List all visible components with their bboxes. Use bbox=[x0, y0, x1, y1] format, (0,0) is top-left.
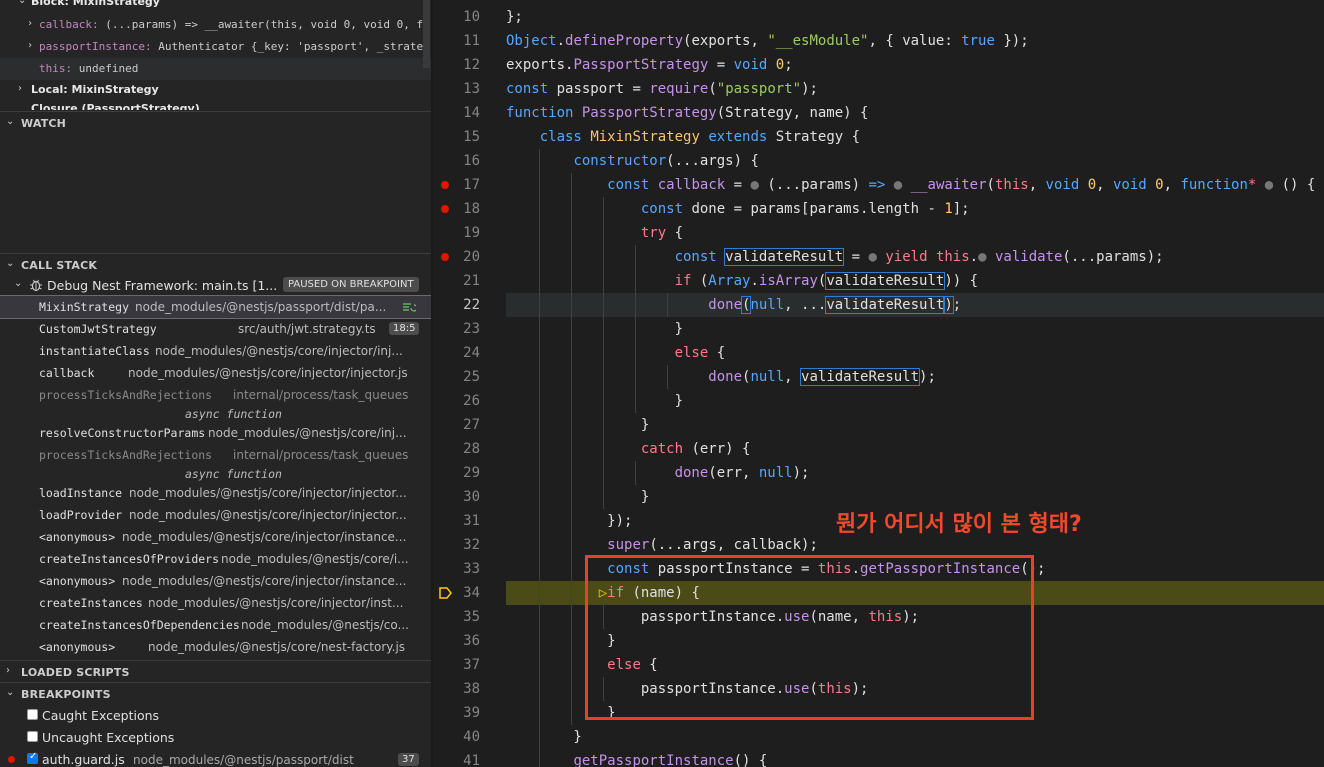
bug-icon bbox=[30, 279, 42, 292]
stack-frame-row[interactable]: MixinStrategy node_modules/@nestjs/passp… bbox=[0, 295, 431, 319]
call-stack-section-header[interactable]: ⌄ CALL STACK bbox=[0, 253, 431, 275]
stack-frame-row[interactable]: loadProvider node_modules/@nestjs/core/i… bbox=[0, 504, 431, 526]
breakpoint-caught-exceptions[interactable]: Caught Exceptions bbox=[0, 704, 431, 726]
code-editor[interactable]: 10}; 11 Object.defineProperty(exports, "_… bbox=[433, 0, 1324, 767]
loaded-scripts-section-header[interactable]: › LOADED SCRIPTS bbox=[0, 660, 431, 682]
chevron-right-icon: › bbox=[27, 40, 34, 51]
variables-closure-scope[interactable]: Closure (PassportStrategy) bbox=[0, 100, 431, 110]
stack-frame-row[interactable]: <anonymous> node_modules/@nestjs/core/ne… bbox=[0, 636, 431, 658]
stack-frame-row[interactable]: processTicksAndRejections internal/proce… bbox=[0, 384, 431, 406]
chevron-down-icon: ⌄ bbox=[6, 116, 15, 127]
stack-frame-row[interactable]: <anonymous> node_modules/@nestjs/core/in… bbox=[0, 570, 431, 592]
restart-frame-icon[interactable] bbox=[402, 301, 416, 313]
variables-scrollbar[interactable] bbox=[423, 0, 430, 68]
chevron-right-icon: › bbox=[6, 665, 10, 676]
annotation-highlight-box bbox=[585, 555, 1034, 720]
stack-frame-row[interactable]: createInstancesOfProviders node_modules/… bbox=[0, 548, 431, 570]
stack-frame-row[interactable]: loadInstance node_modules/@nestjs/core/i… bbox=[0, 482, 431, 504]
breakpoints-section-header[interactable]: ⌄ BREAKPOINTS bbox=[0, 682, 431, 704]
variables-block-scope[interactable]: ⌄ Block: MixinStrategy bbox=[0, 0, 431, 9]
async-separator: async function bbox=[185, 467, 282, 481]
variable-row[interactable]: › callback: (...params) => __awaiter(thi… bbox=[0, 14, 431, 36]
breakpoint-dot-icon bbox=[8, 756, 15, 763]
stack-frame-row[interactable]: createInstancesOfDependencies node_modul… bbox=[0, 614, 431, 636]
stack-frame-row[interactable]: callback node_modules/@nestjs/core/injec… bbox=[0, 362, 431, 384]
stack-frame-row[interactable]: <anonymous> node_modules/@nestjs/core/in… bbox=[0, 526, 431, 548]
breakpoint-uncaught-exceptions[interactable]: Uncaught Exceptions bbox=[0, 726, 431, 748]
stack-frame-row[interactable]: processTicksAndRejections internal/proce… bbox=[0, 444, 431, 466]
chevron-down-icon: ⌄ bbox=[18, 0, 27, 6]
variable-row[interactable]: this: undefined bbox=[0, 58, 431, 80]
variables-local-scope[interactable]: › Local: MixinStrategy bbox=[0, 80, 431, 100]
annotation-text: 뭔가 어디서 많이 본 형태? bbox=[836, 512, 1082, 537]
chevron-down-icon: ⌄ bbox=[6, 687, 15, 698]
stack-frame-row[interactable]: CustomJwtStrategy src/auth/jwt.strategy.… bbox=[0, 318, 431, 340]
stack-frame-row[interactable]: instantiateClass node_modules/@nestjs/co… bbox=[0, 340, 431, 362]
stack-frame-row[interactable]: resolveConstructorParams node_modules/@n… bbox=[0, 422, 431, 444]
paused-status-badge: PAUSED ON BREAKPOINT bbox=[283, 277, 419, 292]
line-badge: 37 bbox=[398, 753, 419, 766]
async-separator: async function bbox=[185, 407, 282, 421]
watch-section-header[interactable]: ⌄ WATCH bbox=[0, 111, 431, 133]
chevron-down-icon: ⌄ bbox=[6, 258, 15, 269]
frame-position-badge: 18:5 bbox=[389, 322, 420, 335]
stack-frame-row[interactable]: createInstances node_modules/@nestjs/cor… bbox=[0, 592, 431, 614]
checkbox[interactable] bbox=[27, 751, 38, 764]
variable-row[interactable]: › passportInstance: Authenticator {_key:… bbox=[0, 36, 431, 58]
checkbox[interactable] bbox=[27, 731, 38, 742]
chevron-down-icon: ⌄ bbox=[14, 278, 23, 289]
debug-session[interactable]: ⌄ Debug Nest Framework: main.ts [1... PA… bbox=[0, 274, 431, 296]
checkbox[interactable] bbox=[27, 709, 38, 720]
breakpoint-auth-guard[interactable]: auth.guard.js node_modules/@nestjs/passp… bbox=[0, 748, 431, 767]
chevron-right-icon: › bbox=[27, 18, 34, 29]
debug-sidebar: ⌄ Block: MixinStrategy › callback: (...p… bbox=[0, 0, 431, 767]
chevron-right-icon: › bbox=[18, 83, 22, 94]
